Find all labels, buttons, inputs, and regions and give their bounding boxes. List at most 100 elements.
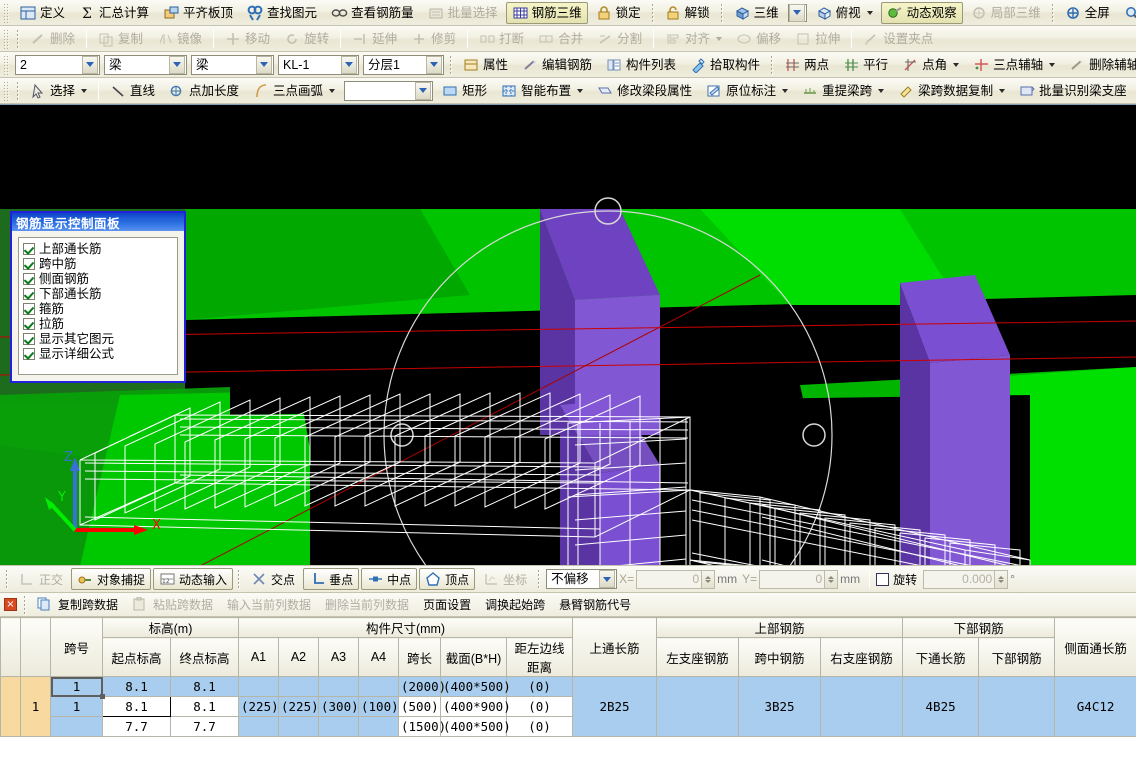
checkbox-row-stirrup[interactable]: 箍筋 xyxy=(21,301,175,316)
cell-dist-left-edge-line3[interactable]: (0) xyxy=(505,716,574,737)
subheader-left-support-rebar[interactable]: 左支座钢筋 xyxy=(656,637,740,677)
chevron-down-icon[interactable] xyxy=(169,55,185,74)
subheader-right-support-rebar[interactable]: 右支座钢筋 xyxy=(820,637,904,677)
status-snap-intersection[interactable]: 交点 xyxy=(245,568,301,590)
checkbox-icon[interactable] xyxy=(23,242,35,255)
subheader-a1[interactable]: A1 xyxy=(238,637,279,677)
chevron-down-icon[interactable] xyxy=(577,88,584,93)
offset-mode-select[interactable]: 不偏移 xyxy=(546,569,618,589)
edit-button-align[interactable]: 对齐 xyxy=(659,28,728,50)
toolbar-button-orbit[interactable]: 动态观察 xyxy=(880,1,963,24)
edit-button-offset[interactable]: 偏移 xyxy=(730,28,787,50)
draw-button-point-length[interactable]: 点加长度 xyxy=(163,80,245,102)
floor-select[interactable]: 2 xyxy=(15,54,100,75)
checkbox-row-top-through-bar[interactable]: 上部通长筋 xyxy=(21,241,175,256)
toolbar-grip[interactable] xyxy=(3,54,10,75)
toolbar-button-definition[interactable]: 定义 xyxy=(14,2,71,24)
cell-start-elevation-line3[interactable]: 7.7 xyxy=(102,716,171,737)
status-toggle-object-snap[interactable]: 对象捕捉 xyxy=(71,568,152,590)
header-group-top-rebar[interactable]: 上部钢筋 xyxy=(656,617,904,638)
rebar-display-control-panel[interactable]: 钢筋显示控制面板 上部通长筋 跨中筋 侧面钢筋 下部通长筋 箍筋 拉筋 显示其它… xyxy=(10,211,186,383)
cell-span-length-line2[interactable]: (500) xyxy=(398,696,441,717)
status-snap-midpoint[interactable]: 中点 xyxy=(361,568,418,590)
cell-right-support-rebar[interactable] xyxy=(820,676,904,737)
header-span-number[interactable]: 跨号 xyxy=(50,617,103,677)
y-coordinate-input[interactable]: 0 xyxy=(759,569,826,589)
chevron-down-icon[interactable] xyxy=(256,55,272,74)
member-select[interactable]: KL-1 xyxy=(278,54,359,75)
x-spinner[interactable] xyxy=(702,569,716,589)
toolbar-button-fullscreen[interactable]: 全屏 xyxy=(1059,2,1116,24)
chevron-down-icon[interactable] xyxy=(329,88,336,93)
draw-button-smart-layout[interactable]: 智能布置 xyxy=(495,80,589,102)
cell-end-elevation-line2[interactable]: 8.1 xyxy=(170,696,239,717)
draw-button-select[interactable]: 选择 xyxy=(24,80,93,102)
databar-button-page-setup[interactable]: 页面设置 xyxy=(417,595,477,615)
cell-start-elevation[interactable]: 8.1 xyxy=(102,676,171,697)
databar-button-swap-start-span[interactable]: 调换起始跨 xyxy=(479,595,551,615)
status-snap-vertex[interactable]: 顶点 xyxy=(419,568,476,590)
status-snap-perpendicular[interactable]: 垂点 xyxy=(303,568,360,590)
cell-start-elevation-line2[interactable]: 8.1 xyxy=(102,696,171,717)
chevron-down-icon[interactable] xyxy=(716,36,723,41)
checkbox-row-side-bar[interactable]: 侧面钢筋 xyxy=(21,271,175,286)
toolbar-button-3d-view[interactable]: 三维 xyxy=(728,2,785,24)
chevron-down-icon[interactable] xyxy=(878,88,885,93)
draw-button-three-point-arc[interactable]: 三点画弧 xyxy=(247,80,341,102)
chevron-down-icon[interactable] xyxy=(599,570,616,588)
table-corner-header[interactable] xyxy=(0,617,21,677)
component-button-property[interactable]: 属性 xyxy=(457,54,514,76)
cell-end-elevation-line3[interactable]: 7.7 xyxy=(170,716,239,737)
cell-a1[interactable] xyxy=(238,676,279,697)
chevron-down-icon[interactable] xyxy=(788,3,805,22)
chevron-down-icon[interactable] xyxy=(341,55,357,74)
edit-button-stretch[interactable]: 拉伸 xyxy=(789,28,846,50)
toolbar-button-zoom[interactable]: 缩放 xyxy=(1118,2,1136,24)
checkbox-row-tie-bar[interactable]: 拉筋 xyxy=(21,316,175,331)
component-button-delete-axis[interactable]: 删除辅轴 xyxy=(1063,54,1136,76)
checkbox-icon[interactable] xyxy=(23,272,35,285)
toolbar-button-unlock[interactable]: 解锁 xyxy=(659,2,716,24)
edit-button-merge[interactable]: 合并 xyxy=(532,28,589,50)
toolbar-button-view-rebar-qty[interactable]: 查看钢筋量 xyxy=(325,2,420,24)
cell-section-line2[interactable]: (400*900) xyxy=(440,696,511,717)
y-spinner[interactable] xyxy=(825,569,839,589)
component-button-pick-member[interactable]: 拾取构件 xyxy=(684,54,766,76)
cell-end-elevation[interactable]: 8.1 xyxy=(170,676,239,697)
edit-button-extend[interactable]: 延伸 xyxy=(346,28,403,50)
cell-section-line3[interactable]: (400*500) xyxy=(440,716,511,737)
cell-span-number[interactable]: 1 xyxy=(50,676,106,700)
chevron-down-icon[interactable] xyxy=(999,88,1006,93)
row-selector[interactable] xyxy=(0,676,21,737)
header-top-through-bar[interactable]: 上通长筋 xyxy=(572,617,658,677)
databar-button-copy-span-data[interactable]: 复制跨数据 xyxy=(31,595,124,615)
toolbar-grip[interactable] xyxy=(3,80,10,101)
close-icon[interactable]: × xyxy=(4,598,17,611)
cell-a3-line2[interactable]: (300) xyxy=(318,696,359,717)
checkbox-row-show-other-elements[interactable]: 显示其它图元 xyxy=(21,331,175,346)
databar-button-paste-span-data[interactable]: 粘贴跨数据 xyxy=(126,595,219,615)
subheader-bottom-rebar[interactable]: 下部钢筋 xyxy=(978,637,1056,677)
checkbox-row-bottom-through-bar[interactable]: 下部通长筋 xyxy=(21,286,175,301)
cell-span-length-line3[interactable]: (1500) xyxy=(398,716,446,737)
edit-button-trim[interactable]: 修剪 xyxy=(405,28,462,50)
cell-bottom-through-bar[interactable]: 4B25 xyxy=(902,676,980,737)
toolbar-button-top-view[interactable]: 俯视 xyxy=(810,2,879,24)
chevron-down-icon[interactable] xyxy=(1049,62,1056,67)
component-button-parallel[interactable]: 平行 xyxy=(837,54,894,76)
edit-button-split[interactable]: 分割 xyxy=(591,28,648,50)
header-group-elevation[interactable]: 标高(m) xyxy=(102,617,239,638)
databar-button-input-column-data[interactable]: 输入当前列数据 xyxy=(221,595,317,615)
status-toggle-dynamic-input[interactable]: 12 动态输入 xyxy=(153,568,234,590)
panel-checkbox-list[interactable]: 上部通长筋 跨中筋 侧面钢筋 下部通长筋 箍筋 拉筋 显示其它图元 显示详细公式 xyxy=(18,237,178,375)
cell-side-through-bar[interactable]: G4C12 xyxy=(1054,676,1136,737)
cell-a4-line2[interactable]: (100) xyxy=(358,696,399,717)
subheader-a4[interactable]: A4 xyxy=(358,637,399,677)
edit-button-mirror[interactable]: 镜像 xyxy=(151,28,208,50)
cell-mid-span-rebar[interactable]: 3B25 xyxy=(738,676,822,737)
cell-a3[interactable] xyxy=(318,676,359,697)
chevron-down-icon[interactable] xyxy=(415,81,432,100)
checkbox-icon[interactable] xyxy=(23,257,35,270)
draw-mode-select[interactable] xyxy=(344,80,434,101)
cell-a4-line3[interactable] xyxy=(358,716,399,737)
